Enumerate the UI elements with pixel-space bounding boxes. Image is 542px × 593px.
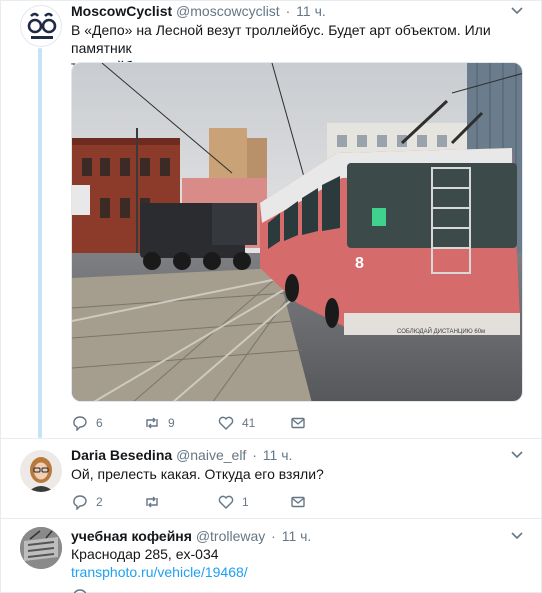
timestamp[interactable]: 11 ч. [296, 3, 326, 19]
tweet-text: Ой, прелесть какая. Откуда его взяли? [71, 465, 511, 483]
trolleybus-photo: 8 СОБЛЮДАЙ ДИСТАНЦИЮ 60м [72, 63, 522, 401]
author-name[interactable]: Daria Besedina [71, 447, 172, 463]
separator: · [285, 3, 291, 19]
separator: · [271, 528, 276, 544]
reply-button[interactable]: 2 [72, 493, 103, 511]
like-count: 41 [242, 416, 256, 430]
reply-count: 6 [96, 416, 103, 430]
chevron-down-icon[interactable] [510, 529, 524, 543]
avatar[interactable] [20, 527, 62, 569]
like-button[interactable]: 1 [218, 493, 249, 511]
chevron-down-icon[interactable] [510, 4, 524, 18]
author-handle[interactable]: @trolleway [196, 528, 265, 544]
tweet-header: учебная кофейня @trolleway · 11 ч. [71, 528, 311, 544]
like-count: 1 [242, 495, 249, 509]
author-name[interactable]: учебная кофейня [71, 528, 192, 544]
retweet-icon [146, 496, 158, 508]
tweet-text-line: Краснодар 285, ex-034 [71, 546, 219, 562]
user-photo-icon [20, 527, 62, 569]
avatar[interactable] [20, 5, 62, 47]
thread-line [38, 48, 42, 438]
tweet-moscowcyclist[interactable]: MoscowCyclist @moscowcyclist · 11 ч. В «… [0, 0, 542, 440]
retweet-icon [146, 417, 158, 429]
heart-icon [218, 416, 234, 430]
tweet-reply-daria[interactable]: Daria Besedina @naive_elf · 11 ч. Ой, пр… [0, 439, 542, 519]
message-button[interactable] [290, 493, 306, 511]
reply-icon [73, 589, 87, 593]
author-handle[interactable]: @naive_elf [176, 447, 246, 463]
tweet-header: MoscowCyclist @moscowcyclist · 11 ч. [71, 3, 326, 19]
tweet-photo[interactable]: 8 СОБЛЮДАЙ ДИСТАНЦИЮ 60м [71, 62, 523, 402]
vehicle-link[interactable]: transphoto.ru/vehicle/19468/ [71, 563, 511, 581]
tweet-reply-trolleway[interactable]: учебная кофейня @trolleway · 11 ч. Красн… [0, 519, 542, 593]
tweet-header: Daria Besedina @naive_elf · 11 ч. [71, 447, 292, 463]
tweet-text: Краснодар 285, ex-034 transphoto.ru/vehi… [71, 545, 511, 581]
retweet-button[interactable] [144, 493, 160, 511]
avatar[interactable] [20, 450, 62, 492]
tweet-text-line: Ой, прелесть какая. Откуда его взяли? [71, 466, 324, 482]
reply-button[interactable]: 6 [72, 414, 103, 432]
envelope-icon [291, 417, 305, 429]
chevron-down-icon[interactable] [510, 448, 524, 462]
separator: · [252, 447, 257, 463]
cyclist-logo-icon [27, 12, 57, 39]
reply-count: 2 [96, 495, 103, 509]
tweet-text-line: В «Депо» на Лесной везут троллейбус. Буд… [71, 22, 491, 56]
user-photo-icon [28, 457, 54, 492]
message-button[interactable] [290, 414, 306, 432]
reply-icon [73, 495, 87, 510]
retweet-button[interactable]: 9 [144, 414, 175, 432]
author-name[interactable]: MoscowCyclist [71, 3, 172, 19]
reply-icon [73, 416, 87, 431]
reply-button[interactable] [72, 587, 88, 593]
trolley-plate-text: СОБЛЮДАЙ ДИСТАНЦИЮ 60м [397, 327, 485, 335]
heart-icon [218, 495, 234, 509]
timestamp[interactable]: 11 ч. [282, 528, 312, 544]
like-button[interactable]: 41 [218, 414, 255, 432]
retweet-count: 9 [168, 416, 175, 430]
trolley-number: 8 [355, 255, 364, 272]
author-handle[interactable]: @moscowcyclist [176, 3, 280, 19]
envelope-icon [291, 496, 305, 508]
timestamp[interactable]: 11 ч. [263, 447, 293, 463]
